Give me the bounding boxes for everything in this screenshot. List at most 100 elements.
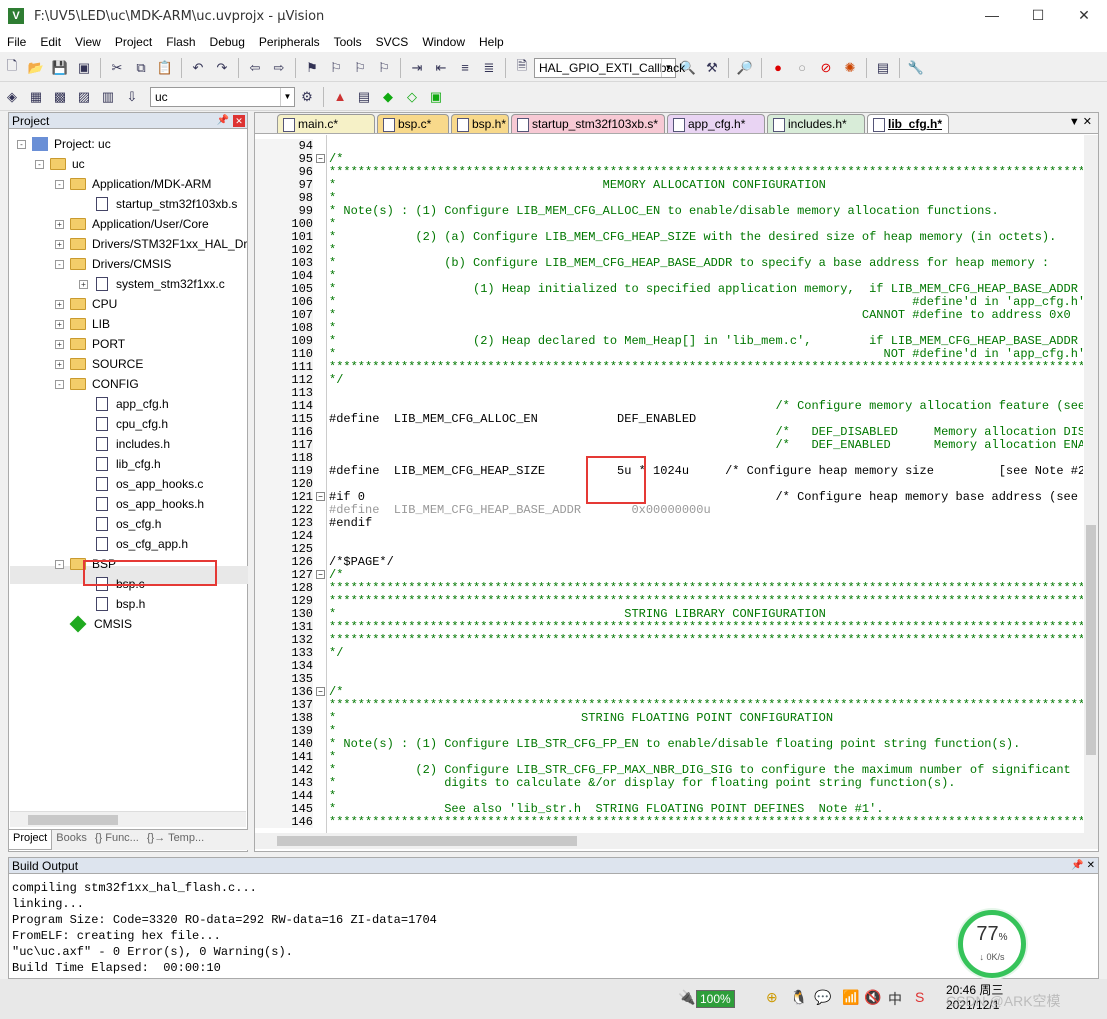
maximize-button[interactable]: ☐	[1015, 0, 1061, 32]
undo-icon[interactable]: ↶	[187, 57, 209, 79]
tree-item[interactable]: - Application/MDK-ARM	[55, 174, 211, 194]
redo-icon[interactable]: ↷	[211, 57, 233, 79]
fold-icon[interactable]: −	[316, 570, 325, 579]
tree-item[interactable]: + system_stm32f1xx.c	[79, 274, 225, 294]
collapse-icon[interactable]: -	[35, 159, 44, 169]
debug-session-icon[interactable]: 🔎	[734, 57, 756, 79]
menu-project[interactable]: Project	[108, 35, 159, 49]
save-all-icon[interactable]: ▣	[73, 57, 95, 79]
file-tab[interactable]: lib_cfg.h*	[867, 114, 949, 133]
unindent-icon[interactable]: ⇤	[430, 57, 452, 79]
insert-breakpoint-icon[interactable]: ●	[767, 57, 789, 79]
download-icon[interactable]: ⇩	[121, 86, 143, 108]
rebuild-icon[interactable]: ▩	[49, 86, 71, 108]
open-folder-icon[interactable]: 📂	[25, 57, 47, 79]
chat-icon[interactable]: 💬	[814, 989, 831, 1006]
collapse-icon[interactable]: -	[55, 179, 64, 189]
panel-tab[interactable]: Project	[8, 830, 53, 850]
menu-window[interactable]: Window	[415, 35, 472, 49]
enable-breakpoint-icon[interactable]: ○	[791, 57, 813, 79]
tree-item[interactable]: + SOURCE	[55, 354, 143, 374]
code-view[interactable]: 94 95−/* 96 *******************************…	[255, 135, 1083, 835]
fold-icon[interactable]: −	[316, 154, 325, 163]
file-extensions-icon[interactable]: ▲	[329, 86, 351, 108]
tree-item[interactable]: - Drivers/CMSIS	[55, 254, 171, 274]
file-tab[interactable]: bsp.h*	[451, 114, 509, 133]
menu-view[interactable]: View	[68, 35, 108, 49]
fold-icon[interactable]: −	[316, 687, 325, 696]
ime-icon[interactable]: 中	[888, 989, 902, 1009]
pin-icon[interactable]: 📌 ✕	[1071, 858, 1095, 874]
editor-hscrollbar[interactable]	[255, 833, 1098, 849]
battery-indicator[interactable]: 100%	[696, 990, 735, 1008]
nav-forward-icon[interactable]: ⇨	[268, 57, 290, 79]
collapse-icon[interactable]: -	[55, 379, 64, 389]
tree-item[interactable]: - CONFIG	[55, 374, 139, 394]
expand-icon[interactable]: +	[55, 299, 64, 309]
menu-svcs[interactable]: SVCS	[369, 35, 416, 49]
configure-icon[interactable]: 🔧	[905, 57, 927, 79]
tree-item[interactable]: + PORT	[55, 334, 125, 354]
pin-icon[interactable]: 📌	[217, 113, 229, 129]
file-tab[interactable]: startup_stm32f103xb.s*	[511, 114, 665, 133]
menu-flash[interactable]: Flash	[159, 35, 202, 49]
select-packs-icon[interactable]: ◆	[377, 86, 399, 108]
tree-item[interactable]: os_app_hooks.h	[79, 494, 204, 514]
tree-item[interactable]: + CPU	[55, 294, 117, 314]
close-icon[interactable]: ✕	[233, 115, 245, 127]
batch-build-icon[interactable]: ▨	[73, 86, 95, 108]
sogou-icon[interactable]: S	[915, 989, 924, 1005]
build-icon[interactable]: ▦	[25, 86, 47, 108]
tree-item[interactable]: - Project: uc	[17, 134, 111, 154]
indent-icon[interactable]: ⇥	[406, 57, 428, 79]
bookmark-icon[interactable]: ⚑	[301, 57, 323, 79]
panel-tab[interactable]: Books	[52, 830, 91, 850]
prev-bookmark-icon[interactable]: ⚐	[325, 57, 347, 79]
target-options-icon[interactable]: ⚙	[296, 86, 318, 108]
translate-icon[interactable]: ◈	[1, 86, 23, 108]
tree-item[interactable]: cpu_cfg.h	[79, 414, 168, 434]
file-tab[interactable]: includes.h*	[767, 114, 865, 133]
editor-vscrollbar[interactable]	[1084, 135, 1098, 835]
cut-icon[interactable]: ✂	[106, 57, 128, 79]
target-combo[interactable]: uc ▼	[150, 86, 295, 107]
expand-icon[interactable]: +	[55, 359, 64, 369]
file-tab[interactable]: main.c*	[277, 114, 375, 133]
tree-item[interactable]: lib_cfg.h	[79, 454, 161, 474]
wifi-icon[interactable]: 📶	[842, 989, 859, 1006]
fold-icon[interactable]: −	[316, 492, 325, 501]
save-icon[interactable]: 💾	[49, 57, 71, 79]
stop-build-icon[interactable]: ▥	[97, 86, 119, 108]
tree-item[interactable]: startup_stm32f103xb.s	[79, 194, 237, 214]
file-tab[interactable]: bsp.c*	[377, 114, 449, 133]
pack-installer-icon[interactable]: ◇	[401, 86, 423, 108]
disable-breakpoints-icon[interactable]: ⊘	[815, 57, 837, 79]
nav-back-icon[interactable]: ⇦	[244, 57, 266, 79]
expand-icon[interactable]: +	[55, 219, 64, 229]
panel-tab[interactable]: {}→ Temp...	[143, 830, 208, 850]
function-combo[interactable]: HAL_GPIO_EXTI_Callback ▼	[534, 57, 685, 78]
copy-icon[interactable]: ⧉	[130, 57, 152, 79]
tree-item[interactable]: + Application/User/Core	[55, 214, 209, 234]
project-hscrollbar[interactable]	[10, 811, 246, 827]
menu-tools[interactable]: Tools	[327, 35, 369, 49]
tree-item[interactable]: os_app_hooks.c	[79, 474, 203, 494]
menu-debug[interactable]: Debug	[203, 35, 252, 49]
manage-components-icon[interactable]: ▤	[353, 86, 375, 108]
tree-item[interactable]: bsp.h	[79, 594, 145, 614]
menu-edit[interactable]: Edit	[33, 35, 68, 49]
expand-icon[interactable]: +	[55, 319, 64, 329]
menu-help[interactable]: Help	[472, 35, 511, 49]
tree-item[interactable]: includes.h	[79, 434, 170, 454]
new-file-icon[interactable]: 🗋	[1, 57, 23, 79]
panel-tab[interactable]: {} Func...	[91, 830, 143, 850]
tree-item[interactable]: app_cfg.h	[79, 394, 169, 414]
tab-menu-icon[interactable]: ▼ ✕	[1069, 115, 1092, 128]
tree-item[interactable]: os_cfg.h	[79, 514, 161, 534]
expand-icon[interactable]: +	[55, 239, 64, 249]
rte-icon[interactable]: ▣	[425, 86, 447, 108]
minimize-button[interactable]: —	[969, 0, 1015, 32]
plug-icon[interactable]: 🔌	[678, 989, 695, 1006]
network-speed-widget[interactable]: 77% ↓ 0K/s	[958, 910, 1026, 978]
window-layout-icon[interactable]: ▤	[872, 57, 894, 79]
